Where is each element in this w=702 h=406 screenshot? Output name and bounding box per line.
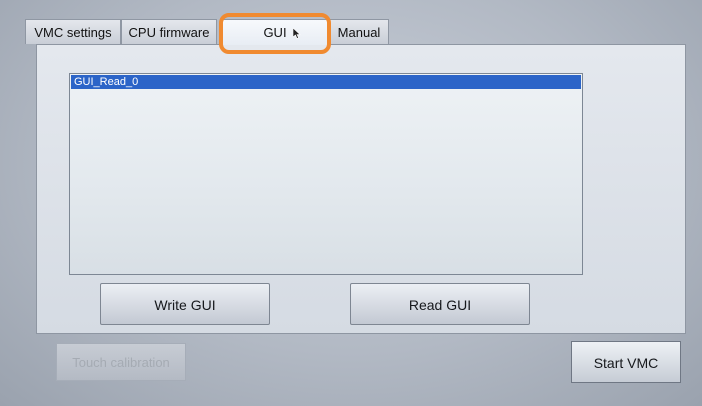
tab-cpu-firmware[interactable]: CPU firmware [121,19,217,44]
start-vmc-button[interactable]: Start VMC [571,341,681,383]
write-gui-button[interactable]: Write GUI [100,283,270,325]
read-gui-button[interactable]: Read GUI [350,283,530,325]
touch-calibration-button[interactable]: Touch calibration [56,343,186,381]
tab-manual[interactable]: Manual [329,19,389,44]
tab-highlight-annotation [219,13,331,54]
tab-vmc-settings[interactable]: VMC settings [25,19,121,44]
gui-file-list[interactable]: GUI_Read_0 [69,73,583,275]
list-item[interactable]: GUI_Read_0 [71,75,581,89]
screen: VMC settings CPU firmware GUI Manual GUI… [0,0,702,406]
